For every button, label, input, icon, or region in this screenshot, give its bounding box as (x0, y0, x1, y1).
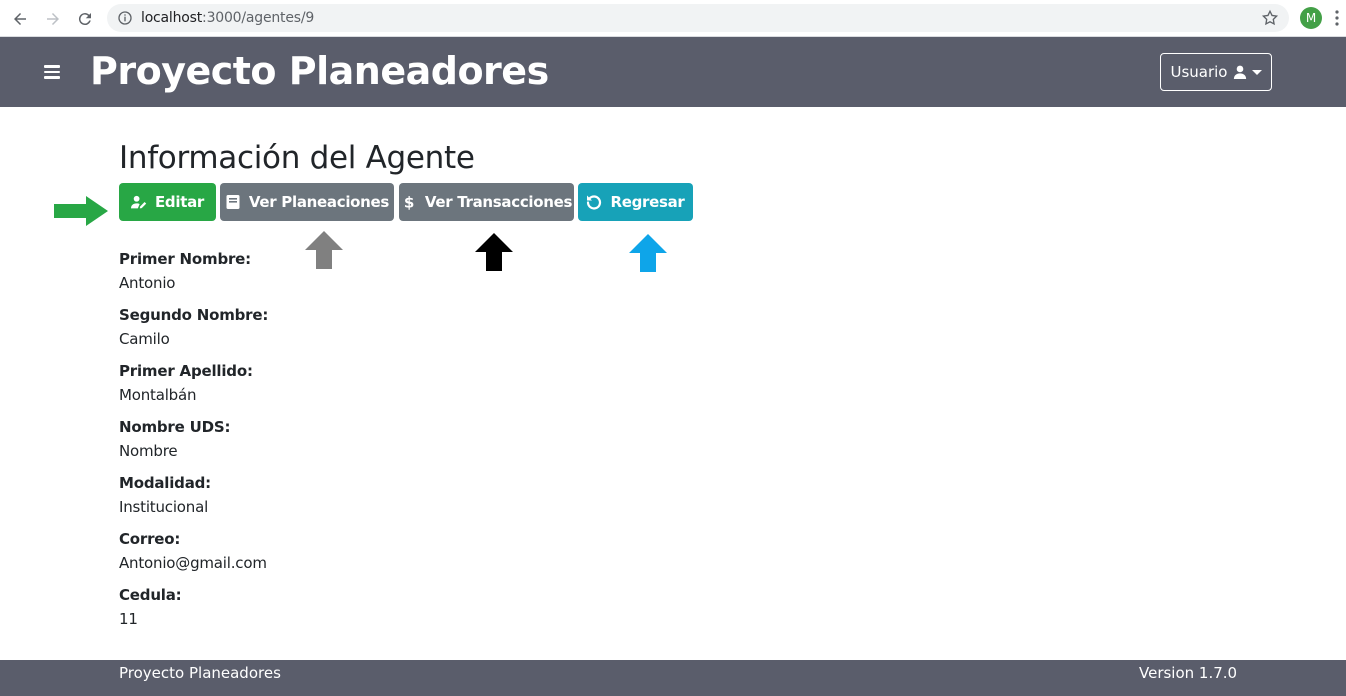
undo-icon (587, 195, 602, 210)
green-arrow-right-icon (54, 196, 108, 226)
gray-arrow-up-icon (305, 231, 343, 269)
blue-arrow-up-icon (629, 234, 667, 272)
view-plans-button-label: Ver Planeaciones (248, 193, 390, 211)
dollar-icon: $ (404, 194, 415, 210)
svg-text:$: $ (404, 194, 414, 210)
view-plans-button[interactable]: Ver Planeaciones (220, 183, 394, 221)
back-button-label: Regresar (610, 193, 685, 211)
user-edit-icon (130, 195, 147, 209)
browser-toolbar: localhost:3000/agentes/9 M (0, 0, 1346, 37)
hamburger-menu-icon[interactable] (44, 65, 60, 79)
app-header: Proyecto Planeadores Usuario (0, 37, 1346, 107)
forward-nav-icon[interactable] (42, 8, 64, 30)
view-transactions-button-label: Ver Transacciones (424, 193, 573, 211)
label-first-surname: Primer Apellido: (119, 362, 253, 380)
footer-version: Version 1.7.0 (1139, 664, 1238, 682)
back-button[interactable]: Regresar (578, 183, 693, 221)
app-title[interactable]: Proyecto Planeadores (90, 49, 549, 93)
user-menu-label: Usuario (1170, 63, 1228, 81)
page-title: Información del Agente (119, 140, 475, 176)
reload-icon[interactable] (74, 8, 96, 30)
back-nav-icon[interactable] (9, 8, 31, 30)
edit-button-label: Editar (154, 193, 204, 211)
info-icon[interactable] (117, 10, 133, 26)
value-first-name: Antonio (119, 274, 176, 292)
profile-avatar[interactable]: M (1300, 7, 1322, 29)
url-text: localhost:3000/agentes/9 (141, 10, 315, 26)
browser-menu-icon[interactable] (1334, 9, 1340, 27)
app-footer: Proyecto Planeadores Version 1.7.0 (0, 660, 1346, 696)
edit-button[interactable]: Editar (119, 183, 216, 221)
label-email: Correo: (119, 530, 181, 548)
value-uds-name: Nombre (119, 442, 178, 460)
label-modality: Modalidad: (119, 474, 211, 492)
value-id-number: 11 (119, 610, 138, 628)
footer-app-name: Proyecto Planeadores (119, 664, 281, 682)
value-email: Antonio@gmail.com (119, 554, 267, 572)
view-transactions-button[interactable]: $ Ver Transacciones (399, 183, 574, 221)
book-icon (226, 195, 240, 209)
bookmark-star-icon[interactable] (1261, 9, 1279, 27)
value-second-name: Camilo (119, 330, 170, 348)
value-first-surname: Montalbán (119, 386, 197, 404)
label-id-number: Cedula: (119, 586, 182, 604)
user-menu-button[interactable]: Usuario (1160, 53, 1272, 91)
label-uds-name: Nombre UDS: (119, 418, 231, 436)
label-first-name: Primer Nombre: (119, 250, 251, 268)
value-modality: Institucional (119, 498, 209, 516)
label-second-name: Segundo Nombre: (119, 306, 269, 324)
address-bar[interactable]: localhost:3000/agentes/9 (107, 4, 1289, 32)
user-icon (1233, 65, 1246, 79)
chevron-down-icon (1251, 69, 1262, 75)
black-arrow-up-icon (475, 233, 513, 271)
